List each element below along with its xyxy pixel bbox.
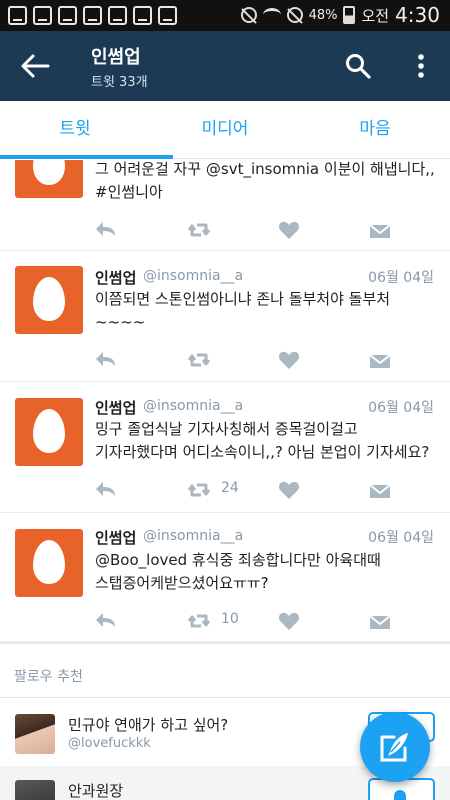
tweet-text-line: 이쯤되면 스톤인썸아니냐 존나 돌부처야 돌부처~~~~ (95, 290, 391, 331)
system-tray: 48% 오전 4:30 (240, 3, 440, 27)
direct-message-icon[interactable] (369, 609, 391, 633)
suggested-user-name[interactable]: 민규야 연애가 하고 싶어? (68, 714, 228, 735)
retweet-count: 24 (221, 480, 239, 496)
tweet-actions: 10 (95, 609, 395, 633)
retweet-icon[interactable] (187, 348, 211, 372)
heart-icon[interactable] (278, 609, 300, 633)
tweet-text-line: 밍구 졸업식날 기자사칭해서 증목걸이걸고 (95, 420, 358, 438)
retweet-icon[interactable] (187, 218, 211, 242)
egg-avatar[interactable] (15, 529, 83, 597)
notification-icons (8, 6, 177, 25)
tweet-author-name[interactable]: 인썸업 (95, 397, 136, 418)
tweet-count: 트윗 33개 (91, 75, 148, 90)
tweet-date: 06월 04일 (368, 400, 434, 416)
app-notification-icon (133, 6, 152, 25)
tweet-text: 이쯤되면 스톤인썸아니냐 존나 돌부처야 돌부처~~~~ (95, 288, 440, 334)
avatar[interactable] (15, 714, 55, 754)
tweet-feed[interactable]: 그 어려운걸 자꾸 @svt_insomnia 이분이 해냅니다,, #인썸니아… (0, 160, 450, 800)
app-notification-icon (58, 6, 77, 25)
tweet[interactable]: 인썸업 @insomnia__a 06월 04일 밍구 졸업식날 기자사칭해서 … (0, 382, 450, 512)
tweet[interactable]: 그 어려운걸 자꾸 @svt_insomnia 이분이 해냅니다,, #인썸니아 (0, 160, 450, 250)
tab-likes[interactable]: 마음 (300, 101, 450, 159)
tweet-actions: 24 (95, 478, 395, 502)
tweet-author-handle[interactable]: @insomnia__a (143, 528, 243, 544)
direct-message-icon[interactable] (369, 478, 391, 502)
egg-icon (33, 160, 65, 185)
tweet-actions (95, 348, 395, 372)
reply-icon[interactable] (95, 609, 117, 633)
compose-tweet-button[interactable] (360, 712, 430, 782)
heart-icon[interactable] (278, 218, 300, 242)
tweet-author-handle[interactable]: @insomnia__a (143, 398, 243, 414)
tweet-date: 06월 04일 (368, 530, 434, 546)
gallery-notification-icon (8, 6, 27, 25)
profile-title: 인썸업 (91, 47, 141, 68)
tweet-author-handle[interactable]: @insomnia__a (143, 268, 243, 284)
status-bar: 48% 오전 4:30 (0, 0, 450, 31)
tweet-text: 밍구 졸업식날 기자사칭해서 증목걸이걸고 기자라했다며 어디소속이니,,? 아… (95, 418, 440, 464)
tweet-text: @Boo_loved 휴식중 죄송합니다만 아육대때 스탭증어케받으셨어요ㅠㅠ? (95, 549, 440, 595)
tweet-text-line: 기자라했다며 어디소속이니,,? 아님 본업이 기자세요? (95, 443, 430, 461)
app-notification-icon (33, 6, 52, 25)
app-screen: 48% 오전 4:30 인썸업 트윗 33개 트윗 미디어 마음 그 어려운걸 … (0, 0, 450, 800)
app-notification-icon (108, 6, 127, 25)
search-icon[interactable] (345, 53, 371, 79)
reply-icon[interactable] (95, 478, 117, 502)
tweet-text-line: @Boo_loved 휴식중 죄송합니다만 아육대때 (95, 551, 381, 569)
avatar[interactable] (15, 780, 55, 800)
tweet[interactable]: 인썸업 @insomnia__a 06월 04일 이쯤되면 스톤인썸아니냐 존나… (0, 251, 450, 381)
tweet-text-line: #인썸니아 (95, 183, 163, 201)
retweet-icon[interactable] (187, 478, 211, 502)
reply-icon[interactable] (95, 348, 117, 372)
more-vertical-icon[interactable] (410, 53, 432, 79)
egg-icon (33, 277, 65, 321)
direct-message-icon[interactable] (369, 218, 391, 242)
direct-message-icon[interactable] (369, 348, 391, 372)
egg-avatar[interactable] (15, 160, 83, 198)
tweet-author-name[interactable]: 인썸업 (95, 527, 136, 548)
tweet-author-name[interactable]: 인썸업 (95, 267, 136, 288)
tweet-text-line: 그 어려운걸 자꾸 @svt_insomnia 이분이 해냅니다,, (95, 160, 435, 178)
who-to-follow-heading: 팔로우 추천 (14, 669, 83, 685)
no-signal-icon (286, 7, 303, 23)
clock: 4:30 (395, 3, 440, 27)
app-notification-icon (158, 6, 177, 25)
egg-icon (33, 540, 65, 584)
egg-avatar[interactable] (15, 398, 83, 466)
retweet-count: 10 (221, 611, 239, 627)
wifi-icon (262, 8, 281, 22)
battery-icon (343, 6, 356, 24)
tweet[interactable]: 인썸업 @insomnia__a 06월 04일 @Boo_loved 휴식중 … (0, 513, 450, 641)
arrow-left-icon[interactable] (20, 53, 50, 79)
profile-tabs: 트윗 미디어 마음 (0, 101, 450, 159)
compose-icon (380, 733, 408, 762)
egg-avatar[interactable] (15, 266, 83, 334)
app-bar: 인썸업 트윗 33개 (0, 31, 450, 101)
active-tab-indicator (0, 155, 173, 159)
heart-icon[interactable] (278, 478, 300, 502)
mute-icon (240, 7, 257, 23)
tweet-actions (95, 218, 395, 242)
retweet-icon[interactable] (187, 609, 211, 633)
heart-icon[interactable] (278, 348, 300, 372)
app-notification-icon (83, 6, 102, 25)
tweet-date: 06월 04일 (368, 270, 434, 286)
battery-percent: 48% (308, 7, 338, 23)
reply-icon[interactable] (95, 218, 117, 242)
tab-media[interactable]: 미디어 (150, 101, 300, 159)
ampm-label: 오전 (361, 6, 390, 25)
suggested-user-handle[interactable]: @lovefuckkk (68, 736, 151, 751)
egg-icon (33, 409, 65, 453)
tweet-text: 그 어려운걸 자꾸 @svt_insomnia 이분이 해냅니다,, #인썸니아 (95, 160, 440, 204)
tweet-text-line: 스탭증어케받으셨어요ㅠㅠ? (95, 574, 269, 592)
suggested-user-name[interactable]: 안과원장 (68, 780, 123, 800)
tab-tweets[interactable]: 트윗 (0, 101, 150, 159)
